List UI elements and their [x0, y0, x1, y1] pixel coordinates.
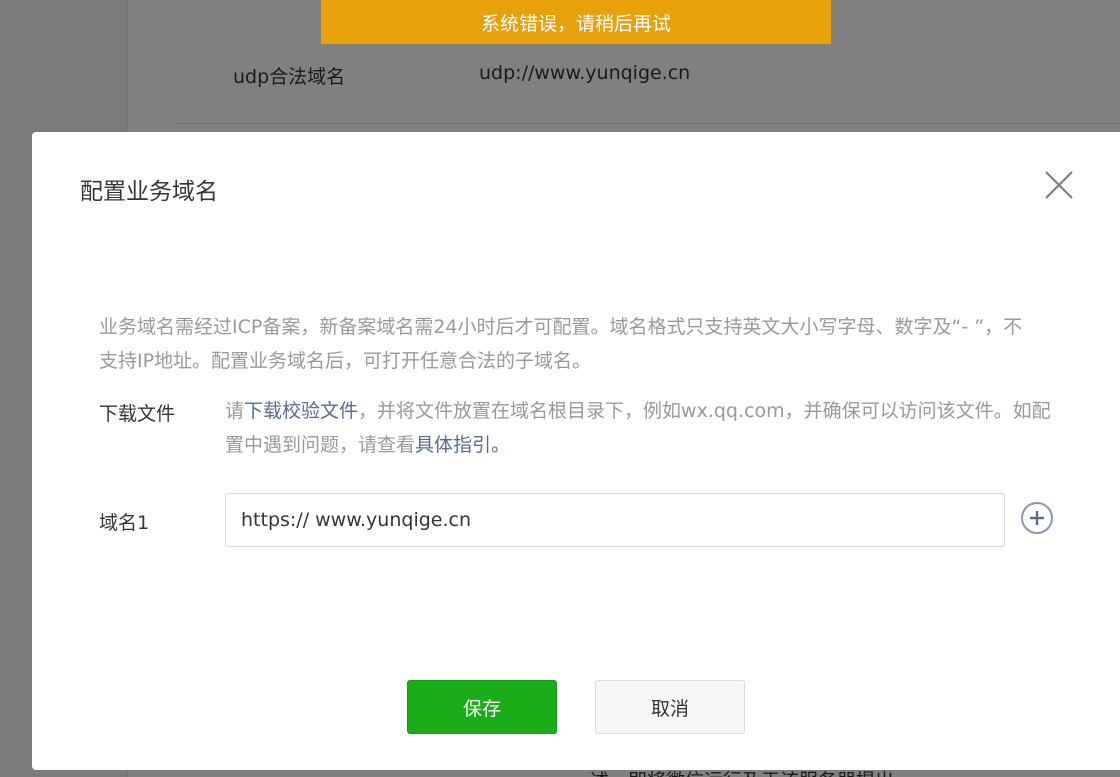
domain-1-label: 域名1	[99, 512, 150, 534]
close-button[interactable]	[1044, 170, 1074, 200]
error-toast: 系统错误，请稍后再试	[321, 0, 831, 44]
domain-requirements-tip: 业务域名需经过ICP备案，新备案域名需24小时后才可配置。域名格式只支持英文大小…	[99, 316, 1023, 372]
udp-domain-label: udp合法域名	[233, 66, 346, 88]
dialog-title: 配置业务域名	[80, 179, 218, 205]
add-domain-button[interactable]	[1020, 501, 1054, 535]
guide-link[interactable]: 具体指引	[415, 434, 491, 456]
download-suffix: 。	[491, 434, 511, 456]
plus-circle-icon	[1021, 502, 1053, 534]
configure-domain-dialog: 配置业务域名 业务域名需经过ICP备案，新备案域名需24小时后才可配置。域名格式…	[32, 132, 1120, 770]
download-file-label: 下载文件	[99, 403, 176, 425]
cancel-button[interactable]: 取消	[595, 680, 745, 734]
save-button[interactable]: 保存	[407, 680, 557, 734]
close-icon	[1045, 171, 1073, 199]
domain-1-input[interactable]	[225, 493, 1005, 547]
download-instructions: 请下载校验文件，并将文件放置在域名根目录下，例如wx.qq.com，并确保可以访…	[225, 394, 1055, 462]
download-verification-file-link[interactable]: 下载校验文件	[244, 400, 358, 422]
download-prefix: 请	[225, 400, 245, 422]
udp-domain-value: udp://www.yunqige.cn	[479, 62, 691, 84]
